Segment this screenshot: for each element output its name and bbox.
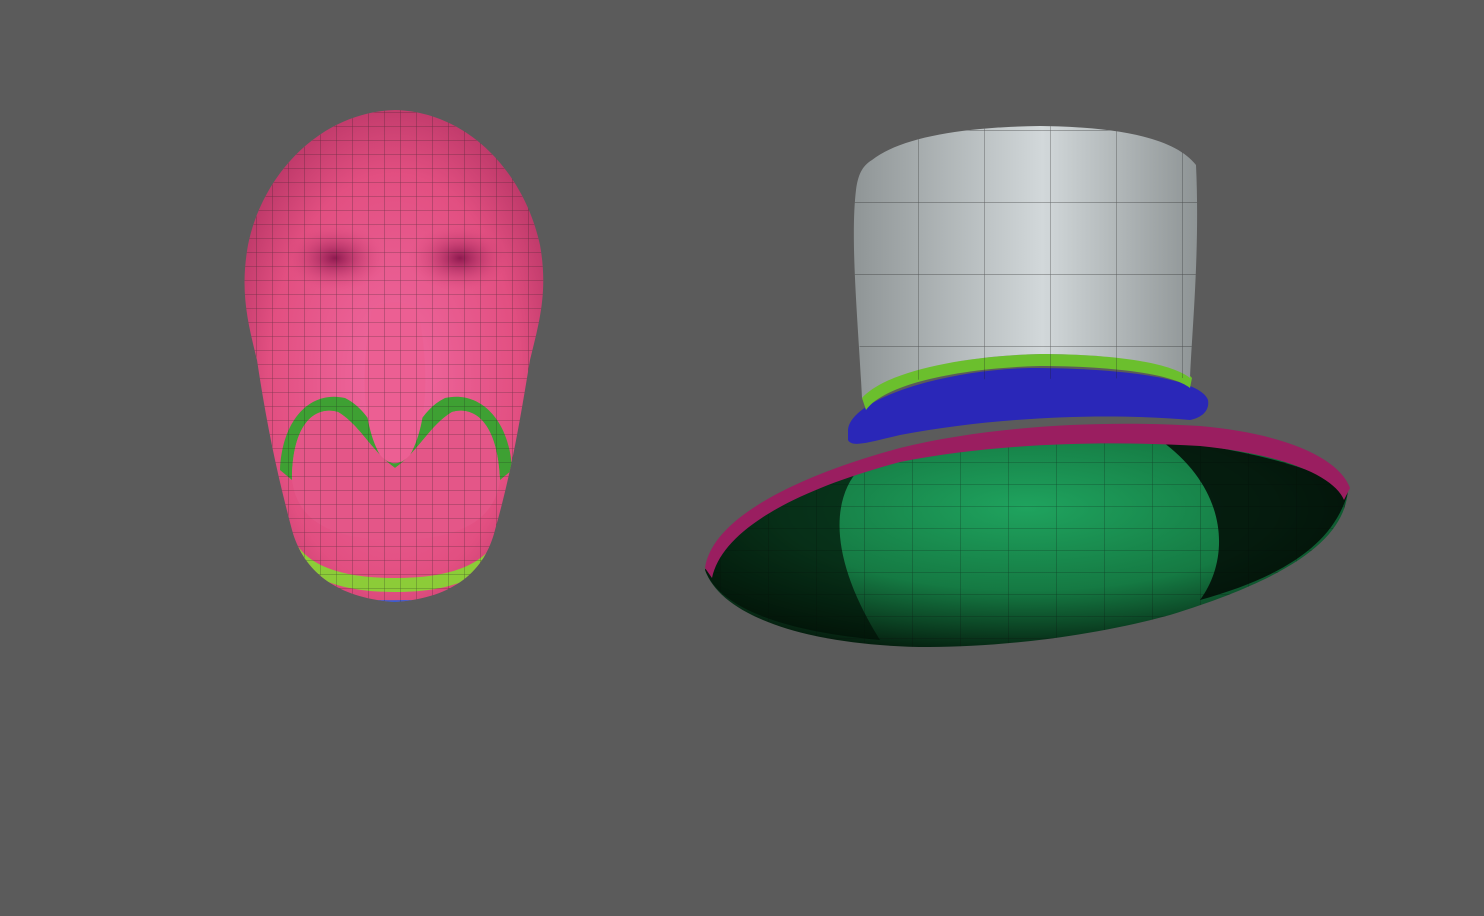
viewport-canvas[interactable]: [0, 0, 1484, 916]
top-hat-mesh[interactable]: [700, 126, 1360, 660]
head-mesh[interactable]: [240, 100, 550, 610]
3d-viewport[interactable]: [0, 0, 1484, 916]
